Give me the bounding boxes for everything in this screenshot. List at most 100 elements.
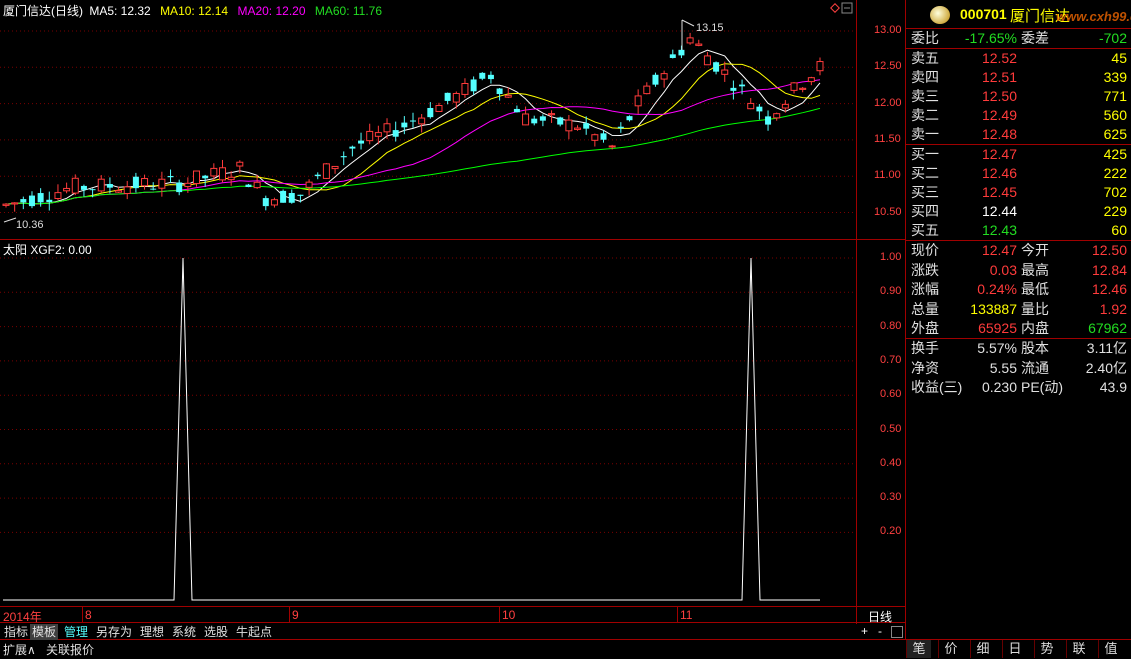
candle-body: [158, 178, 166, 189]
toolbar-button[interactable]: 管理: [62, 624, 90, 640]
candle-body: [123, 186, 131, 194]
indicator-tick: 0.30: [880, 491, 902, 504]
candle-body: [747, 102, 755, 110]
candle-body: [331, 165, 339, 170]
candle-body: [643, 85, 651, 95]
logo-icon: [930, 6, 950, 24]
time-tick: 2014年: [3, 610, 42, 624]
panel-tab[interactable]: 值: [1098, 640, 1123, 658]
panel-tab[interactable]: 笔: [906, 640, 931, 658]
candle-body: [63, 187, 71, 192]
candle-body: [314, 174, 321, 177]
candle-body: [80, 185, 87, 190]
fundamentals-row: 收益(三) 0.230 PE(动) 43.9: [911, 379, 1127, 395]
diamond-icon[interactable]: [830, 3, 840, 13]
candle-body: [366, 130, 374, 142]
toolbar-button[interactable]: 选股: [202, 624, 230, 640]
zoom-out-button[interactable]: -: [878, 624, 882, 638]
candle-body: [322, 163, 330, 179]
bids-row[interactable]: 买四 12.44 229: [909, 202, 1129, 221]
candle-body: [245, 184, 252, 188]
candle-body: [132, 176, 139, 189]
candle-body: [358, 140, 365, 144]
price-tick: 12.50: [874, 60, 902, 73]
candle-body: [167, 176, 174, 178]
candle-body: [513, 108, 520, 113]
toolbar-button[interactable]: 牛起点: [234, 624, 274, 640]
candle-body: [548, 113, 556, 116]
panel-tab[interactable]: 势: [1034, 640, 1059, 658]
high-label: 13.15: [696, 22, 724, 34]
bids-row[interactable]: 买二 12.46 222: [909, 164, 1129, 183]
high-annotation: 13.15: [681, 19, 724, 50]
candle-body: [297, 194, 304, 196]
indicator-tick: 0.60: [880, 388, 902, 401]
candle-body: [2, 203, 10, 206]
stock-code: 000701: [960, 6, 1007, 22]
candle-body: [703, 55, 711, 66]
candle-body: [435, 105, 443, 112]
indicator-line: [3, 257, 820, 601]
candle-body: [479, 72, 486, 79]
ma10-label: MA10: 12.14: [160, 4, 229, 18]
candle-body: [565, 119, 573, 132]
candle-body: [46, 199, 53, 203]
panel-tab[interactable]: 价: [938, 640, 963, 658]
time-tick: 10: [502, 608, 516, 622]
candle-body: [686, 37, 694, 44]
asks-row[interactable]: 卖四 12.51 339: [909, 68, 1129, 87]
candle-body: [504, 94, 512, 98]
asks-row[interactable]: 卖三 12.50 771: [909, 87, 1129, 106]
candle-body: [781, 103, 789, 109]
linked-quote-button[interactable]: 关联报价: [46, 642, 94, 658]
indicator-tick: 1.00: [880, 251, 902, 263]
candle-body: [730, 87, 737, 91]
candle-body: [218, 167, 226, 181]
toolbar-button[interactable]: 理想: [138, 624, 166, 640]
time-tick: 11: [680, 608, 693, 622]
ma20-line: [5, 79, 821, 205]
toolbar-button[interactable]: 另存为: [94, 624, 134, 640]
candle-body: [141, 178, 149, 187]
candle-body: [270, 199, 278, 206]
panel-toggle-icon[interactable]: [891, 626, 903, 638]
candle-body: [790, 82, 798, 91]
chart-header: 厦门信达(日线) MA5: 12.32 MA10: 12.14 MA20: 12…: [3, 2, 382, 19]
candle-body: [97, 178, 105, 192]
candle-body: [799, 87, 807, 90]
toolbar-button[interactable]: 指标: [2, 624, 30, 640]
quote-row: 总量 133887 量比 1.92: [911, 300, 1127, 317]
bids-row[interactable]: 买三 12.45 702: [909, 183, 1129, 202]
period-label[interactable]: 日线: [868, 608, 892, 625]
candle-body: [496, 88, 503, 95]
bids-row[interactable]: 买五 12.43 60: [909, 221, 1129, 240]
candle-body: [678, 49, 685, 56]
toolbar-button[interactable]: 系统: [170, 624, 198, 640]
candle-body: [816, 61, 824, 72]
toolbar-button[interactable]: 模板: [30, 624, 59, 640]
quote-row: 涨幅 0.24% 最低 12.46: [911, 281, 1127, 297]
candle-body: [71, 177, 79, 194]
candle-body: [591, 134, 599, 141]
panel-tab[interactable]: 联: [1066, 640, 1091, 658]
indicator-tick: 0.90: [880, 285, 902, 298]
asks-row[interactable]: 卖二 12.49 560: [909, 106, 1129, 125]
fundamentals-row: 净资 5.55 流通 2.40亿: [911, 359, 1127, 376]
candle-body: [626, 116, 633, 121]
candle-body: [202, 175, 209, 179]
panel-tab[interactable]: 日: [1002, 640, 1027, 658]
asks-row[interactable]: 卖一 12.48 625: [909, 125, 1129, 144]
candle-body: [89, 189, 96, 191]
ma5-label: MA5: 12.32: [89, 4, 151, 18]
close-box-icon[interactable]: [841, 2, 853, 14]
candle-body: [634, 95, 642, 107]
bids-row[interactable]: 买一 12.47 425: [909, 145, 1129, 164]
candle-body: [713, 62, 720, 72]
expand-button[interactable]: 扩展∧: [3, 642, 36, 658]
zoom-in-button[interactable]: +: [861, 624, 868, 638]
panel-tab[interactable]: 细: [970, 640, 995, 658]
asks-row[interactable]: 卖五 12.52 45: [909, 49, 1129, 68]
candle-body: [349, 146, 356, 149]
indicator-tick: 0.70: [880, 353, 902, 366]
fundamentals-row: 换手 5.57% 股本 3.11亿: [911, 340, 1127, 356]
